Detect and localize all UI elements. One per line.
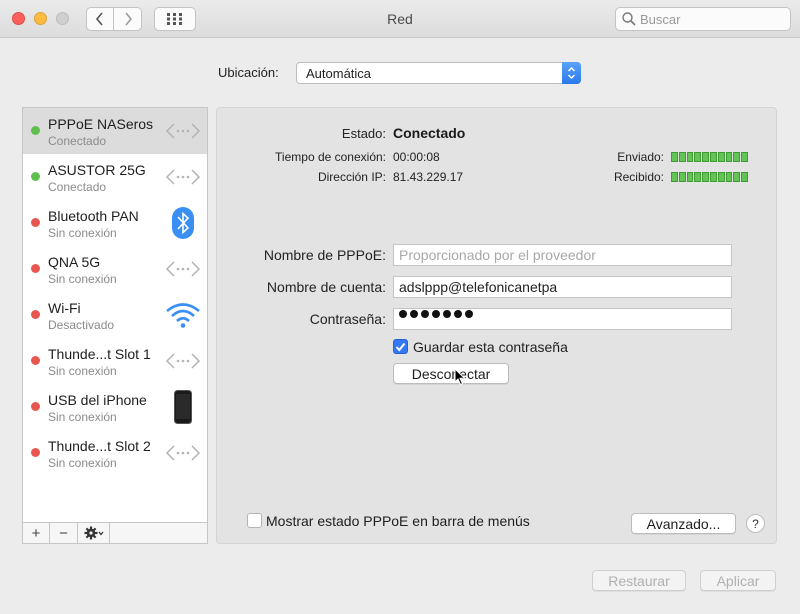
help-button[interactable]: ? xyxy=(746,514,765,533)
service-name: ASUSTOR 25G xyxy=(48,162,146,178)
service-name: USB del iPhone xyxy=(48,392,147,408)
service-name: PPPoE NASeros xyxy=(48,116,154,132)
ethernet-arrows-icon xyxy=(165,436,201,470)
service-name: QNA 5G xyxy=(48,254,101,270)
status-dot-icon xyxy=(31,402,40,411)
account-name-label: Nombre de cuenta: xyxy=(266,279,386,295)
service-item[interactable]: Bluetooth PAN Sin conexión xyxy=(23,200,207,246)
apply-button[interactable]: Aplicar xyxy=(700,570,776,591)
sent-meter xyxy=(671,152,748,162)
bluetooth-icon xyxy=(165,206,201,240)
add-service-button[interactable]: + xyxy=(23,523,50,543)
status-dot-icon xyxy=(31,126,40,135)
sent-label: Enviado: xyxy=(617,150,664,164)
search-input[interactable] xyxy=(640,11,780,27)
status-dot-icon xyxy=(31,356,40,365)
status-dot-icon xyxy=(31,218,40,227)
service-status: Sin conexión xyxy=(48,456,117,470)
received-label: Recibido: xyxy=(613,170,664,184)
remove-service-button[interactable]: − xyxy=(50,523,78,543)
password-dot xyxy=(432,310,440,318)
status-label: Estado: xyxy=(341,126,386,141)
connection-time-label: Tiempo de conexión: xyxy=(275,150,386,164)
service-item[interactable]: PPPoE NASeros Conectado xyxy=(23,108,207,154)
service-status: Conectado xyxy=(48,180,107,194)
status-value: Conectado xyxy=(393,125,466,141)
save-password-label: Guardar esta contraseña xyxy=(413,339,568,355)
save-password-checkbox[interactable] xyxy=(393,339,408,354)
service-name: Thunde...t Slot 1 xyxy=(48,346,151,362)
service-list-toolbar: + − xyxy=(22,522,208,544)
show-status-label: Mostrar estado PPPoE en barra de menús xyxy=(266,513,530,529)
title-bar: Red xyxy=(0,0,800,38)
advanced-button[interactable]: Avanzado... xyxy=(631,513,736,534)
search-icon xyxy=(622,12,636,26)
status-dot-icon xyxy=(31,264,40,273)
service-item[interactable]: Thunde...t Slot 2 Sin conexión xyxy=(23,430,207,476)
disconnect-button[interactable]: Desconectar xyxy=(393,363,509,384)
service-item[interactable]: Thunde...t Slot 1 Sin conexión xyxy=(23,338,207,384)
password-label: Contraseña: xyxy=(309,311,386,327)
password-dot xyxy=(410,310,418,318)
service-status: Desactivado xyxy=(48,318,115,332)
ethernet-arrows-icon xyxy=(165,160,201,194)
search-field[interactable] xyxy=(615,7,791,31)
location-select[interactable]: Automática xyxy=(296,62,581,84)
password-dots xyxy=(399,310,473,318)
password-dot xyxy=(454,310,462,318)
ethernet-arrows-icon xyxy=(165,114,201,148)
service-status: Sin conexión xyxy=(48,272,117,286)
mouse-pointer-icon xyxy=(454,368,466,386)
action-menu-button[interactable] xyxy=(78,523,110,543)
account-name-input[interactable] xyxy=(393,276,732,298)
wifi-icon xyxy=(165,298,201,332)
service-item[interactable]: ASUSTOR 25G Conectado xyxy=(23,154,207,200)
location-value: Automática xyxy=(306,66,372,81)
service-name: Wi-Fi xyxy=(48,300,81,316)
pppoe-name-label: Nombre de PPPoE: xyxy=(263,247,386,263)
password-dot xyxy=(421,310,429,318)
connection-time-value: 00:00:08 xyxy=(393,150,440,164)
status-dot-icon xyxy=(31,448,40,457)
service-item[interactable]: Wi-Fi Desactivado xyxy=(23,292,207,338)
service-name: Bluetooth PAN xyxy=(48,208,139,224)
gear-icon xyxy=(84,526,104,540)
password-dot xyxy=(465,310,473,318)
service-item[interactable]: USB del iPhone Sin conexión xyxy=(23,384,207,430)
password-dot xyxy=(399,310,407,318)
select-stepper-icon xyxy=(562,62,581,84)
service-status: Sin conexión xyxy=(48,226,117,240)
revert-button[interactable]: Restaurar xyxy=(592,570,686,591)
iphone-icon xyxy=(165,390,201,424)
password-dot xyxy=(443,310,451,318)
ethernet-arrows-icon xyxy=(165,252,201,286)
service-item[interactable]: QNA 5G Sin conexión xyxy=(23,246,207,292)
ip-address-label: Dirección IP: xyxy=(317,170,386,184)
network-preferences-window: Red Ubicación: Automática PPPoE NASeros C… xyxy=(0,0,800,614)
service-name: Thunde...t Slot 2 xyxy=(48,438,151,454)
pppoe-name-input[interactable] xyxy=(393,244,732,266)
status-dot-icon xyxy=(31,310,40,319)
service-status: Conectado xyxy=(48,134,107,148)
ip-address-value: 81.43.229.17 xyxy=(393,170,464,184)
show-status-checkbox[interactable] xyxy=(247,513,262,528)
ethernet-arrows-icon xyxy=(165,344,201,378)
status-dot-icon xyxy=(31,172,40,181)
service-status: Sin conexión xyxy=(48,410,117,424)
location-label: Ubicación: xyxy=(218,65,279,80)
service-list: PPPoE NASeros Conectado ASUSTOR 25G Conecta… xyxy=(22,107,208,523)
received-meter xyxy=(671,172,748,182)
service-status: Sin conexión xyxy=(48,364,117,378)
checkmark-icon xyxy=(395,342,406,352)
